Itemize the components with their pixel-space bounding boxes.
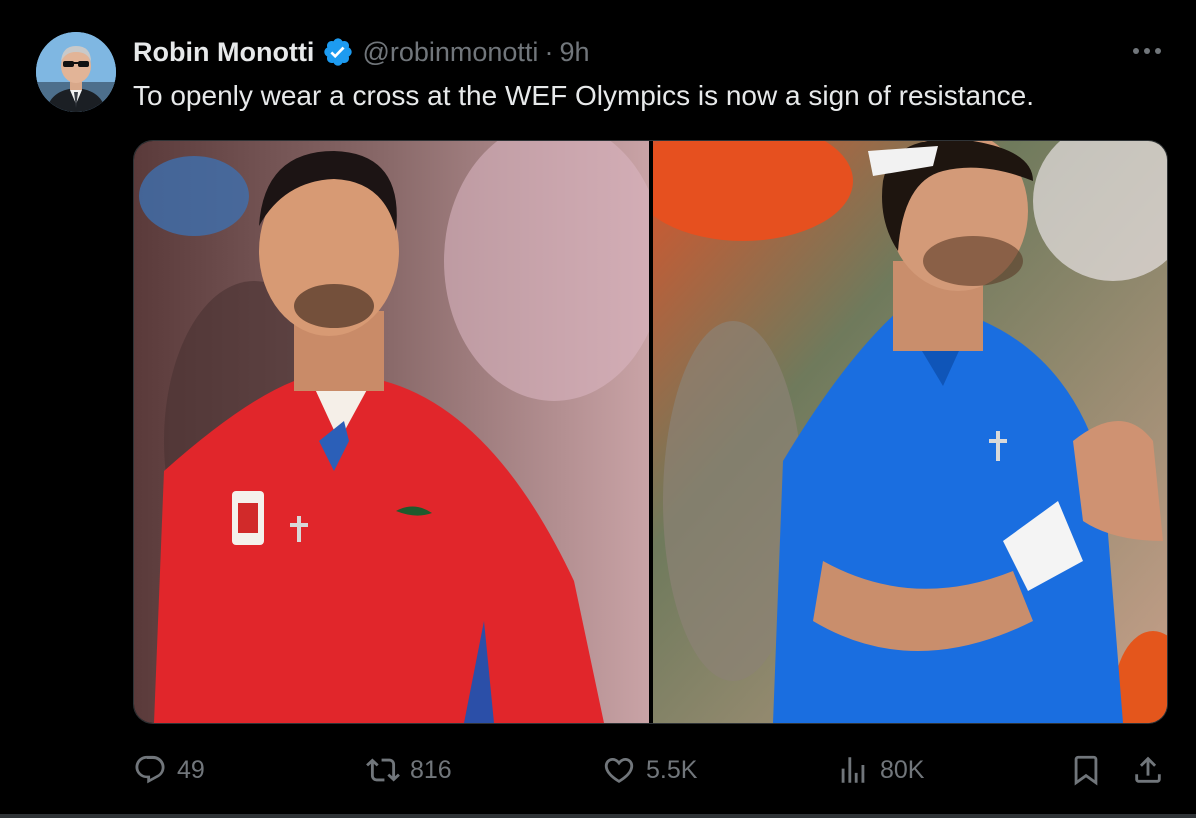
heart-icon bbox=[604, 757, 634, 783]
repost-button[interactable]: 816 bbox=[366, 748, 452, 792]
reply-count: 49 bbox=[177, 755, 205, 784]
views-button[interactable]: 80K bbox=[836, 748, 924, 792]
views-count: 80K bbox=[880, 755, 925, 784]
photo-1-image bbox=[134, 141, 649, 723]
bookmark-icon bbox=[1074, 755, 1098, 786]
tweet-text: To openly wear a cross at the WEF Olympi… bbox=[133, 80, 1035, 111]
bookmark-button[interactable] bbox=[1069, 748, 1103, 792]
reply-icon bbox=[135, 755, 165, 784]
bottom-divider bbox=[0, 814, 1196, 818]
like-button[interactable]: 5.5K bbox=[602, 748, 697, 792]
share-icon bbox=[1135, 756, 1161, 783]
media-grid bbox=[133, 140, 1168, 724]
action-bar: 49 816 5.5K 80K bbox=[133, 748, 1166, 792]
like-count: 5.5K bbox=[646, 755, 698, 784]
reply-button[interactable]: 49 bbox=[133, 748, 205, 792]
tweet-timestamp[interactable]: 9h bbox=[559, 37, 589, 68]
tweet-header: Robin Monotti @robinmonotti · 9h bbox=[133, 34, 589, 70]
photo-2-image bbox=[653, 141, 1167, 723]
verified-badge-icon bbox=[322, 36, 354, 68]
media-photo-1[interactable] bbox=[134, 141, 649, 723]
more-options-button[interactable] bbox=[1130, 38, 1164, 64]
author-display-name[interactable]: Robin Monotti bbox=[133, 37, 314, 68]
views-bar-chart-icon bbox=[841, 757, 865, 783]
repost-icon bbox=[366, 758, 400, 782]
share-button[interactable] bbox=[1131, 748, 1165, 792]
media-photo-2[interactable] bbox=[653, 141, 1167, 723]
author-handle[interactable]: @robinmonotti bbox=[362, 37, 538, 68]
tweet-card[interactable]: Robin Monotti @robinmonotti · 9h To open… bbox=[0, 0, 1196, 818]
avatar-image bbox=[36, 32, 116, 112]
more-dots-icon bbox=[1133, 48, 1161, 54]
avatar[interactable] bbox=[36, 32, 116, 112]
repost-count: 816 bbox=[410, 755, 452, 784]
header-separator: · bbox=[544, 36, 554, 67]
